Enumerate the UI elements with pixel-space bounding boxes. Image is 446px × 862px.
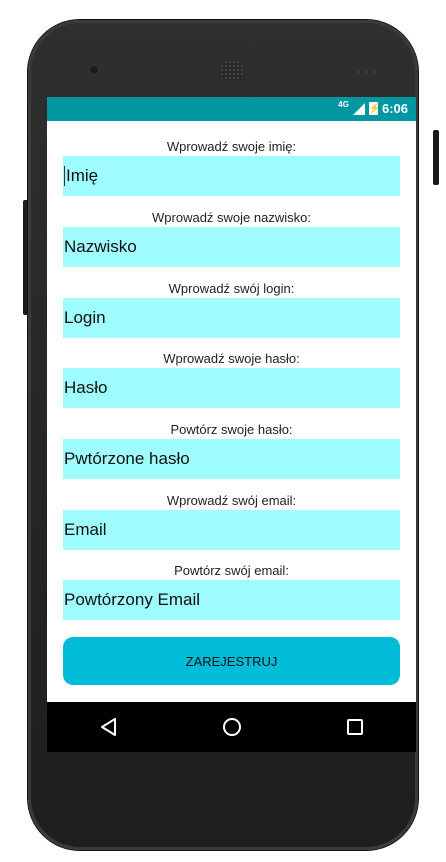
repeat-password-label: Powtórz swoje hasło: (170, 422, 293, 437)
last-name-input[interactable]: Nazwisko (63, 227, 400, 267)
network-type: 4G (338, 100, 349, 109)
login-label: Wprowadź swój login: (168, 281, 295, 296)
repeat-password-input[interactable]: Pwtórzone hasło (63, 439, 400, 479)
battery-charging-icon (368, 102, 378, 115)
first-name-label: Wprowadź swoje imię: (166, 139, 297, 154)
text-caret (64, 166, 65, 186)
back-icon[interactable] (89, 707, 129, 747)
email-label: Wprowadź swój email: (166, 493, 297, 508)
repeat-email-input[interactable]: Powtórzony Email (63, 580, 400, 620)
password-input[interactable]: Hasło (63, 368, 400, 408)
speaker-grille (220, 60, 244, 80)
register-button[interactable]: ZAREJESTRUJ (63, 637, 400, 685)
password-label: Wprowadź swoje hasło: (163, 351, 300, 366)
status-bar: 4G 6:06 (47, 97, 416, 121)
login-input[interactable]: Login (63, 298, 400, 338)
navigation-bar (47, 702, 416, 752)
last-name-label: Wprowadź swoje nazwisko: (152, 210, 311, 225)
email-input[interactable]: Email (63, 510, 400, 550)
power-button (433, 130, 439, 185)
screen: 4G 6:06 Wprowadź swoje imię: Imię Wprowa… (47, 97, 416, 752)
signal-icon (352, 102, 365, 115)
repeat-email-label: Powtórz swój email: (174, 563, 289, 578)
proximity-sensor (355, 70, 379, 74)
recents-icon[interactable] (335, 707, 375, 747)
front-camera-icon (88, 64, 100, 76)
home-icon[interactable] (212, 707, 252, 747)
first-name-text: Imię (66, 166, 99, 185)
first-name-input[interactable]: Imię (63, 156, 400, 196)
clock: 6:06 (381, 101, 408, 116)
